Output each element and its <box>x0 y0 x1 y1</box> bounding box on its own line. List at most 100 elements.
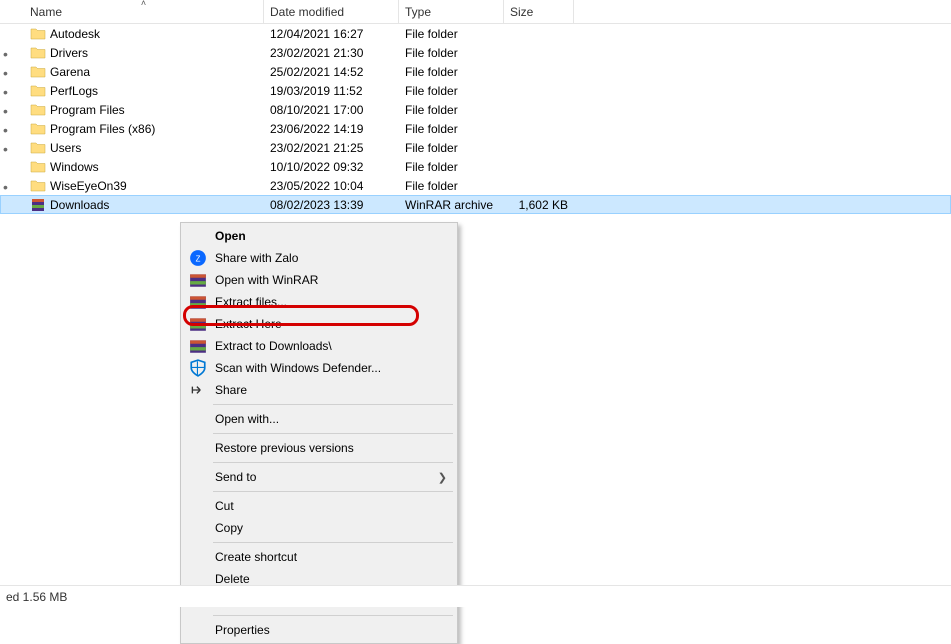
cell-type: File folder <box>399 103 504 117</box>
column-header-type[interactable]: Type <box>399 0 504 23</box>
context-extract-here-label: Extract Here <box>215 317 282 331</box>
cell-date: 23/05/2022 10:04 <box>264 179 399 193</box>
context-separator <box>213 404 453 405</box>
context-extract-here[interactable]: Extract Here <box>183 313 455 335</box>
context-separator <box>213 462 453 463</box>
cell-name: Program Files (x86) <box>24 121 264 137</box>
context-copy[interactable]: Copy <box>183 517 455 539</box>
column-header-row: Name ˄ Date modified Type Size <box>0 0 951 24</box>
context-copy-label: Copy <box>215 521 243 535</box>
context-restore-prev[interactable]: Restore previous versions <box>183 437 455 459</box>
file-row[interactable]: • Program Files (x86) 23/06/2022 14:19File… <box>0 119 951 138</box>
context-separator <box>213 615 453 616</box>
column-header-name[interactable]: Name ˄ <box>24 0 264 23</box>
cell-name: Windows <box>24 159 264 175</box>
file-row[interactable]: Downloads08/02/2023 13:39WinRAR archive1… <box>0 195 951 214</box>
folder-icon <box>30 159 46 175</box>
cell-name: Users <box>24 140 264 156</box>
file-row[interactable]: Autodesk12/04/2021 16:27File folder <box>0 24 951 43</box>
context-create-shortcut[interactable]: Create shortcut <box>183 546 455 568</box>
context-open-winrar[interactable]: Open with WinRAR <box>183 269 455 291</box>
cell-type: File folder <box>399 84 504 98</box>
folder-icon <box>30 121 46 137</box>
context-properties[interactable]: Properties <box>183 619 455 641</box>
file-row[interactable]: •Drivers23/02/2021 21:30File folder <box>0 43 951 62</box>
file-row[interactable]: •WiseEyeOn3923/05/2022 10:04File folder <box>0 176 951 195</box>
file-row[interactable]: •Program Files08/10/2021 17:00File folde… <box>0 100 951 119</box>
context-menu: Open Z Share with Zalo Open with WinRAR … <box>180 222 458 644</box>
column-header-date-label: Date modified <box>270 5 344 19</box>
cell-date: 08/02/2023 13:39 <box>264 198 399 212</box>
file-name-label: Garena <box>50 65 90 79</box>
folder-icon <box>30 102 46 118</box>
context-extract-files-label: Extract files... <box>215 295 287 309</box>
chevron-right-icon: ❯ <box>438 471 447 484</box>
context-separator <box>213 433 453 434</box>
cell-date: 23/06/2022 14:19 <box>264 122 399 136</box>
svg-text:Z: Z <box>196 254 201 263</box>
context-separator <box>213 542 453 543</box>
context-create-shortcut-label: Create shortcut <box>215 550 297 564</box>
folder-icon <box>30 140 46 156</box>
file-row[interactable]: • Garena 25/02/2021 14:52File folder <box>0 62 951 81</box>
context-open-with[interactable]: Open with... <box>183 408 455 430</box>
context-extract-to[interactable]: Extract to Downloads\ <box>183 335 455 357</box>
pin-icon: • <box>3 103 15 115</box>
cell-type: File folder <box>399 65 504 79</box>
context-send-to[interactable]: Send to ❯ <box>183 466 455 488</box>
context-open[interactable]: Open <box>183 225 455 247</box>
context-share-zalo[interactable]: Z Share with Zalo <box>183 247 455 269</box>
cell-type: File folder <box>399 160 504 174</box>
column-header-size-label: Size <box>510 5 533 19</box>
defender-icon <box>189 359 207 377</box>
context-share-label: Share <box>215 383 247 397</box>
file-name-label: Autodesk <box>50 27 100 41</box>
context-share[interactable]: Share <box>183 379 455 401</box>
column-header-size[interactable]: Size <box>504 0 574 23</box>
file-name-label: Windows <box>50 160 99 174</box>
winrar-icon <box>189 337 207 355</box>
cell-size: 1,602 KB <box>504 198 574 212</box>
context-open-label: Open <box>215 229 246 243</box>
status-text: ed 1.56 MB <box>6 590 67 604</box>
context-restore-prev-label: Restore previous versions <box>215 441 354 455</box>
column-header-name-label: Name <box>30 5 62 19</box>
file-row[interactable]: •PerfLogs19/03/2019 11:52File folder <box>0 81 951 100</box>
file-list: Autodesk12/04/2021 16:27File folder•Driv… <box>0 24 951 214</box>
column-header-date[interactable]: Date modified <box>264 0 399 23</box>
sort-ascending-icon: ˄ <box>141 0 146 8</box>
cell-name: Garena <box>24 64 264 80</box>
context-extract-files[interactable]: Extract files... <box>183 291 455 313</box>
cell-date: 25/02/2021 14:52 <box>264 65 399 79</box>
file-name-label: Downloads <box>50 198 109 212</box>
pin-icon: • <box>3 65 15 77</box>
file-name-label: PerfLogs <box>50 84 98 98</box>
cell-name: Program Files <box>24 102 264 118</box>
context-open-with-label: Open with... <box>215 412 279 426</box>
cell-date: 19/03/2019 11:52 <box>264 84 399 98</box>
file-name-label: Program Files (x86) <box>50 122 155 136</box>
cell-type: File folder <box>399 179 504 193</box>
cell-date: 12/04/2021 16:27 <box>264 27 399 41</box>
winrar-icon <box>189 293 207 311</box>
rar-archive-icon <box>30 197 46 213</box>
file-row[interactable]: •Users23/02/2021 21:25File folder <box>0 138 951 157</box>
cell-name: Drivers <box>24 45 264 61</box>
pin-icon: • <box>3 122 15 134</box>
cell-type: File folder <box>399 122 504 136</box>
zalo-icon: Z <box>189 249 207 267</box>
file-name-label: Users <box>50 141 81 155</box>
file-row[interactable]: Windows10/10/2022 09:32File folder <box>0 157 951 176</box>
cell-date: 23/02/2021 21:30 <box>264 46 399 60</box>
context-scan-defender[interactable]: Scan with Windows Defender... <box>183 357 455 379</box>
context-cut-label: Cut <box>215 499 234 513</box>
winrar-icon <box>189 271 207 289</box>
column-header-type-label: Type <box>405 5 431 19</box>
context-cut[interactable]: Cut <box>183 495 455 517</box>
file-name-label: Program Files <box>50 103 125 117</box>
cell-name: PerfLogs <box>24 83 264 99</box>
file-name-label: WiseEyeOn39 <box>50 179 127 193</box>
context-separator <box>213 491 453 492</box>
status-bar: ed 1.56 MB <box>0 585 951 607</box>
cell-type: File folder <box>399 141 504 155</box>
